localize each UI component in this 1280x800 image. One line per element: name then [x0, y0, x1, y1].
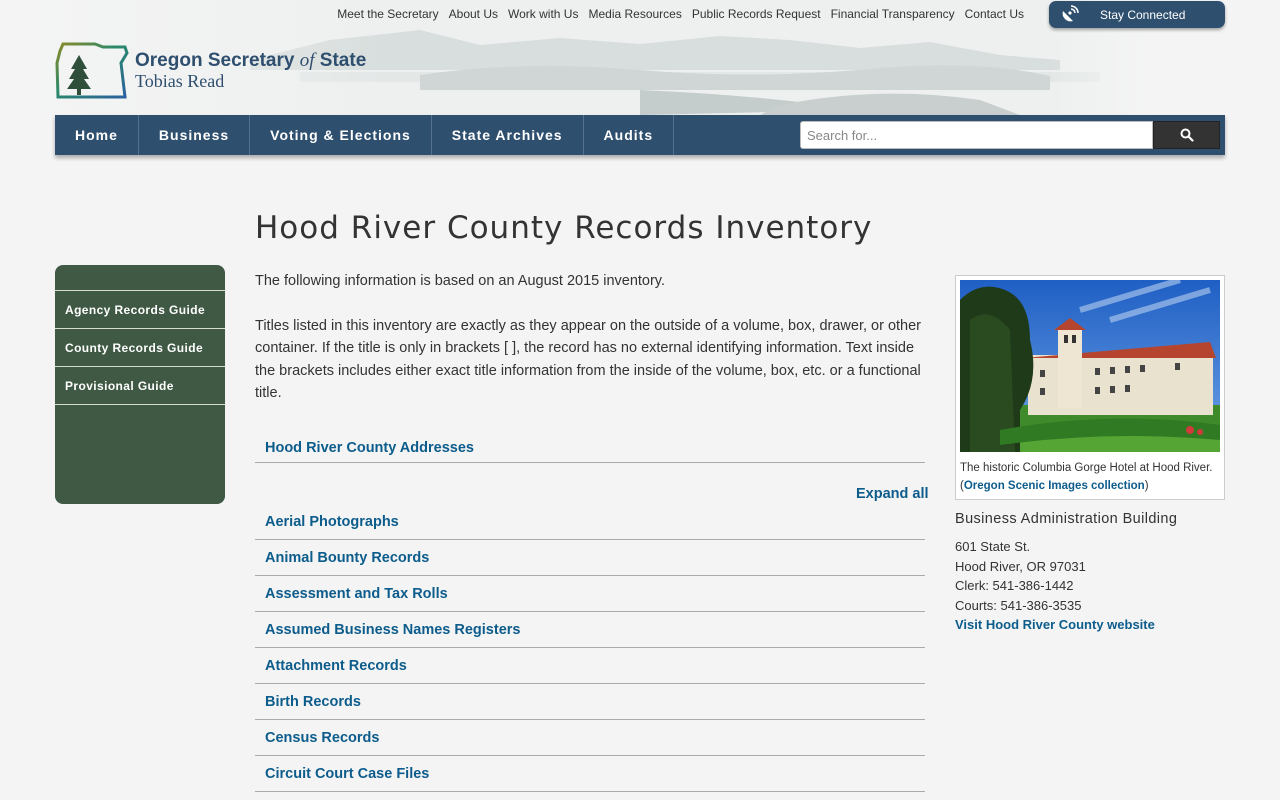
- building-title: Business Administration Building: [955, 511, 1178, 527]
- record-aerial-photographs[interactable]: Aerial Photographs: [265, 514, 399, 530]
- intro-paragraph: Titles listed in this inventory are exac…: [255, 317, 922, 402]
- nav-business[interactable]: Business: [139, 115, 251, 155]
- utility-link-public-records[interactable]: Public Records Request: [692, 7, 821, 21]
- utility-link-work-with-us[interactable]: Work with Us: [508, 7, 578, 21]
- record-assessment-tax-rolls[interactable]: Assessment and Tax Rolls: [265, 586, 448, 602]
- search-input[interactable]: [800, 121, 1153, 149]
- stay-connected-button[interactable]: Stay Connected: [1049, 1, 1225, 28]
- utility-link-financial-transparency[interactable]: Financial Transparency: [831, 7, 955, 21]
- county-website-link[interactable]: Visit Hood River County website: [955, 617, 1155, 632]
- list-item: Assessment and Tax Rolls: [255, 576, 925, 612]
- utility-link-meet-secretary[interactable]: Meet the Secretary: [337, 7, 438, 21]
- logo-title: Oregon Secretary of State: [135, 49, 367, 71]
- record-assumed-business-names[interactable]: Assumed Business Names Registers: [265, 622, 520, 638]
- list-item: Aerial Photographs: [255, 504, 925, 540]
- photo-caption: The historic Columbia Gorge Hotel at Hoo…: [960, 462, 1213, 492]
- search-button[interactable]: [1153, 121, 1220, 149]
- clerk-phone: Clerk: 541-386-1442: [955, 578, 1074, 593]
- logo-subtitle: Tobias Read: [135, 70, 225, 91]
- intro-text: The following information is based on an…: [255, 270, 927, 427]
- list-item: Circuit Court Case Files: [255, 756, 925, 792]
- contact-info: 601 State St. Hood River, OR 97031 Clerk…: [955, 537, 1155, 635]
- list-item: Assumed Business Names Registers: [255, 612, 925, 648]
- site-search: [800, 121, 1220, 149]
- nav-audits[interactable]: Audits: [584, 115, 675, 155]
- utility-nav: Meet the Secretary About Us Work with Us…: [337, 7, 1024, 21]
- stay-connected-label: Stay Connected: [1100, 7, 1186, 22]
- list-item: Census Records: [255, 720, 925, 756]
- addresses-row: Hood River County Addresses: [255, 433, 925, 463]
- record-circuit-court-case-files[interactable]: Circuit Court Case Files: [265, 766, 429, 782]
- county-addresses-link[interactable]: Hood River County Addresses: [265, 440, 474, 456]
- sidebar-item-agency-records-guide[interactable]: Agency Records Guide: [55, 291, 225, 329]
- street-address: 601 State St.: [955, 539, 1031, 554]
- satellite-dish-icon: [1062, 4, 1079, 21]
- page-title: Hood River County Records Inventory: [255, 210, 873, 246]
- list-item: Attachment Records: [255, 648, 925, 684]
- main-nav: Home Business Voting & Elections State A…: [55, 115, 1225, 155]
- nav-voting-elections[interactable]: Voting & Elections: [250, 115, 432, 155]
- intro-paragraph: The following information is based on an…: [255, 273, 666, 289]
- hotel-photo-figure: The historic Columbia Gorge Hotel at Hoo…: [955, 275, 1225, 500]
- list-item: Animal Bounty Records: [255, 540, 925, 576]
- city-address: Hood River, OR 97031: [955, 558, 1086, 574]
- record-birth[interactable]: Birth Records: [265, 694, 361, 710]
- utility-link-media-resources[interactable]: Media Resources: [588, 7, 681, 21]
- sidebar: Agency Records Guide County Records Guid…: [55, 265, 225, 504]
- records-accordion: Aerial Photographs Animal Bounty Records…: [255, 504, 925, 792]
- oregon-scenic-images-link[interactable]: Oregon Scenic Images collection: [964, 480, 1145, 492]
- utility-link-contact-us[interactable]: Contact Us: [965, 7, 1024, 21]
- record-attachment[interactable]: Attachment Records: [265, 658, 407, 674]
- nav-home[interactable]: Home: [55, 115, 139, 155]
- sidebar-item-provisional-guide[interactable]: Provisional Guide: [55, 367, 225, 405]
- courts-phone: Courts: 541-386-3535: [955, 597, 1082, 613]
- nav-state-archives[interactable]: State Archives: [432, 115, 584, 155]
- utility-link-about-us[interactable]: About Us: [449, 7, 498, 21]
- site-header: Meet the Secretary About Us Work with Us…: [0, 0, 1280, 115]
- oregon-tree-logo-icon: [55, 42, 129, 99]
- search-icon: [1180, 128, 1194, 142]
- sidebar-item-county-records-guide[interactable]: County Records Guide: [55, 329, 225, 367]
- site-logo[interactable]: Oregon Secretary of State Tobias Read: [55, 41, 366, 100]
- expand-all-link[interactable]: Expand all: [856, 486, 929, 502]
- record-animal-bounty[interactable]: Animal Bounty Records: [265, 550, 429, 566]
- record-census[interactable]: Census Records: [265, 730, 379, 746]
- list-item: Birth Records: [255, 684, 925, 720]
- columbia-gorge-hotel-photo: [960, 280, 1220, 452]
